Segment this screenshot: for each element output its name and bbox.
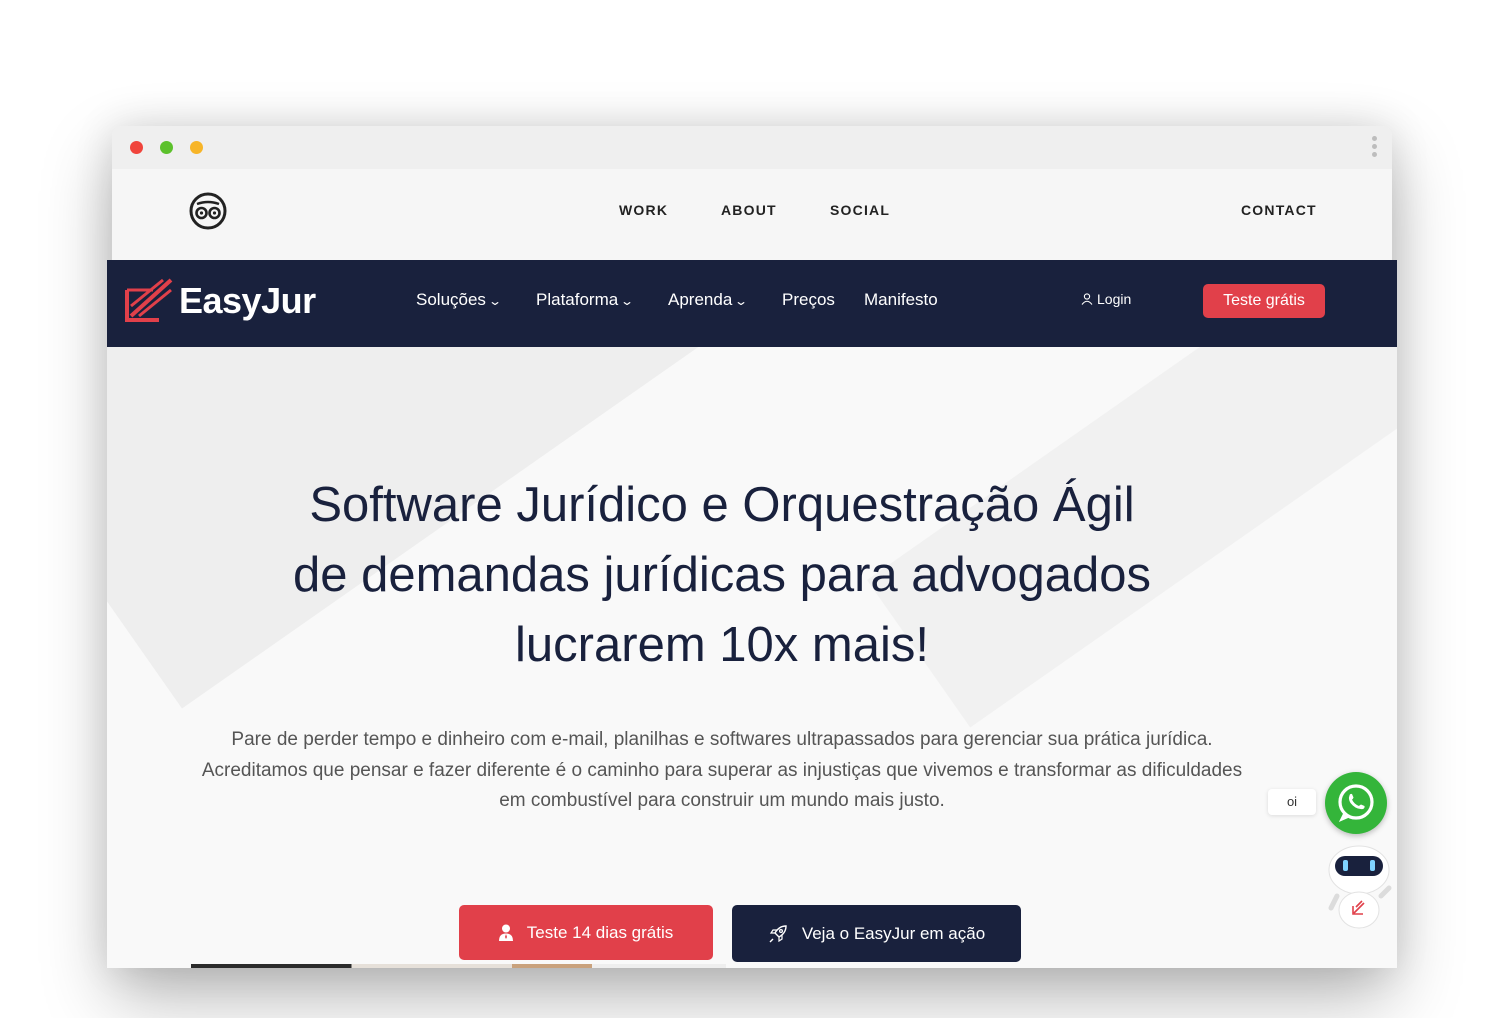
demo-video-button[interactable]: Veja o EasyJur em ação — [732, 905, 1021, 962]
easyjur-logo-icon[interactable] — [123, 276, 175, 326]
nav-work-link[interactable]: WORK — [619, 202, 668, 218]
hero-title-line: lucrarem 10x mais! — [515, 618, 929, 672]
hero-subtitle-paragraph: Pare de perder tempo e dinheiro com e-ma… — [231, 729, 1213, 750]
whatsapp-icon — [1338, 784, 1374, 822]
whatsapp-chat-button[interactable] — [1325, 772, 1387, 834]
whatsapp-greeting-bubble[interactable]: oi — [1268, 789, 1316, 815]
maximize-window-button[interactable] — [190, 141, 203, 154]
nav-contact-link[interactable]: CONTACT — [1241, 202, 1317, 218]
hero-title: Software Jurídico e Orquestração Ágil de… — [207, 470, 1237, 680]
chevron-down-icon: ⌄ — [734, 294, 749, 308]
hero-subtitle-paragraph: Acreditamos que pensar e fazer diferente… — [201, 759, 1243, 812]
menu-label: Aprenda — [668, 290, 733, 309]
owl-logo-icon[interactable] — [188, 191, 228, 231]
user-icon-solid — [498, 924, 513, 941]
kebab-menu-icon[interactable] — [1372, 136, 1378, 162]
brand-name[interactable]: EasyJur — [179, 280, 316, 322]
chevron-down-icon: ⌄ — [620, 294, 635, 308]
site-header: EasyJur Soluções ⌄ Plataforma ⌄ Aprenda ⌄ P… — [107, 260, 1397, 347]
rocket-icon — [769, 924, 787, 942]
trial-button-label: Teste 14 dias grátis — [526, 922, 674, 942]
robot-icon[interactable] — [1323, 840, 1395, 932]
user-icon — [1081, 293, 1093, 305]
login-label: Login — [1097, 291, 1132, 307]
close-window-button[interactable] — [130, 141, 143, 154]
menu-solucoes[interactable]: Soluções ⌄ — [416, 290, 503, 310]
embedded-site: EasyJur Soluções ⌄ Plataforma ⌄ Aprenda ⌄ P… — [107, 260, 1397, 968]
trial-14-days-button[interactable]: Teste 14 dias grátis — [459, 905, 713, 960]
hero-title-line: Software Jurídico e Orquestração Ágil — [309, 478, 1135, 532]
menu-aprenda[interactable]: Aprenda ⌄ — [668, 290, 749, 310]
menu-plataforma[interactable]: Plataforma ⌄ — [536, 290, 635, 310]
chevron-down-icon: ⌄ — [487, 294, 503, 308]
portfolio-nav: WORK ABOUT SOCIAL CONTACT — [112, 169, 1392, 260]
minimize-window-button[interactable] — [160, 141, 173, 154]
hero-image-peek — [191, 964, 726, 968]
hero-title-line: de demandas jurídicas para advogados — [292, 548, 1152, 602]
demo-button-label: Veja o EasyJur em ação — [801, 923, 986, 943]
menu-manifesto[interactable]: Manifesto — [864, 290, 938, 310]
menu-label: Soluções — [416, 290, 486, 309]
nav-social-link[interactable]: SOCIAL — [830, 202, 890, 218]
header-trial-button[interactable]: Teste grátis — [1203, 284, 1325, 318]
menu-precos[interactable]: Preços — [782, 290, 835, 310]
hero-subtitle: Pare de perder tempo e dinheiro com e-ma… — [197, 725, 1247, 817]
menu-label: Plataforma — [536, 290, 619, 309]
nav-about-link[interactable]: ABOUT — [721, 202, 777, 218]
login-link[interactable]: Login — [1081, 291, 1131, 307]
browser-titlebar — [112, 126, 1392, 169]
